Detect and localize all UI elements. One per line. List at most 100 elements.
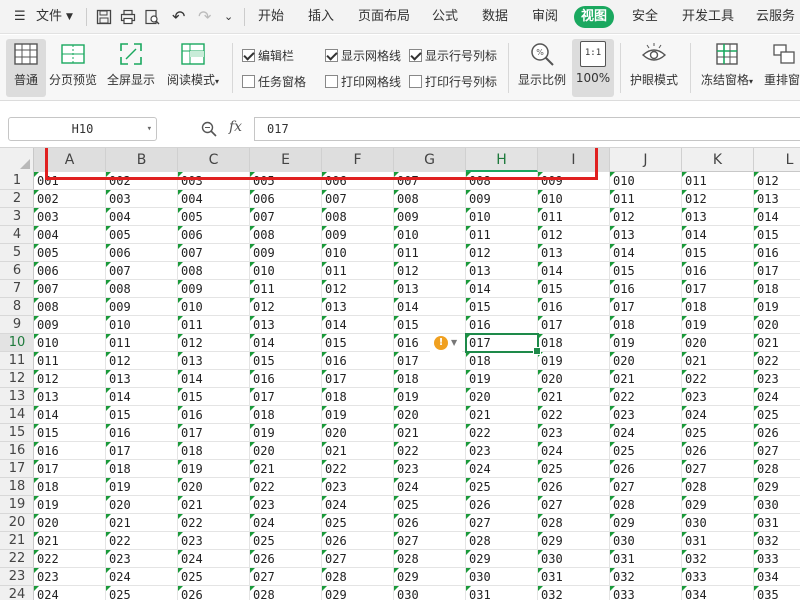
cell-l13[interactable]: 024 — [754, 388, 800, 406]
cell-c7[interactable]: 009 — [178, 280, 250, 298]
cell-b1[interactable]: 002 — [106, 172, 178, 190]
cell-l18[interactable]: 029 — [754, 478, 800, 496]
cell-g12[interactable]: 018 — [394, 370, 466, 388]
cell-h6[interactable]: 013 — [466, 262, 538, 280]
cell-e23[interactable]: 027 — [250, 568, 322, 586]
error-check-button[interactable]: ! ▼ — [430, 334, 462, 352]
cell-l6[interactable]: 017 — [754, 262, 800, 280]
cell-e5[interactable]: 009 — [250, 244, 322, 262]
cell-c13[interactable]: 015 — [178, 388, 250, 406]
cell-g17[interactable]: 023 — [394, 460, 466, 478]
cell-h11[interactable]: 018 — [466, 352, 538, 370]
cell-e10[interactable]: 014 — [250, 334, 322, 352]
cell-g13[interactable]: 019 — [394, 388, 466, 406]
tab-insert[interactable]: 插入 — [308, 0, 334, 34]
row-header-22[interactable]: 22 — [0, 550, 34, 568]
cell-e17[interactable]: 021 — [250, 460, 322, 478]
row-header-14[interactable]: 14 — [0, 406, 34, 424]
cell-b14[interactable]: 015 — [106, 406, 178, 424]
select-all-corner[interactable] — [0, 148, 34, 172]
cell-j7[interactable]: 016 — [610, 280, 682, 298]
row-header-8[interactable]: 8 — [0, 298, 34, 316]
cell-h2[interactable]: 009 — [466, 190, 538, 208]
cell-c19[interactable]: 021 — [178, 496, 250, 514]
cell-e13[interactable]: 017 — [250, 388, 322, 406]
cell-k9[interactable]: 019 — [682, 316, 754, 334]
cell-a18[interactable]: 018 — [34, 478, 106, 496]
cell-i21[interactable]: 029 — [538, 532, 610, 550]
cell-b18[interactable]: 019 — [106, 478, 178, 496]
cell-g16[interactable]: 022 — [394, 442, 466, 460]
cell-h24[interactable]: 031 — [466, 586, 538, 600]
cell-l17[interactable]: 028 — [754, 460, 800, 478]
cell-g24[interactable]: 030 — [394, 586, 466, 600]
column-header-j[interactable]: J — [610, 148, 682, 172]
cell-a1[interactable]: 001 — [34, 172, 106, 190]
cell-l14[interactable]: 025 — [754, 406, 800, 424]
name-box-chevron-icon[interactable]: ▾ — [147, 118, 152, 140]
cell-a17[interactable]: 017 — [34, 460, 106, 478]
cell-f16[interactable]: 021 — [322, 442, 394, 460]
cell-g15[interactable]: 021 — [394, 424, 466, 442]
cell-f4[interactable]: 009 — [322, 226, 394, 244]
cell-j13[interactable]: 022 — [610, 388, 682, 406]
cell-c21[interactable]: 023 — [178, 532, 250, 550]
cell-j12[interactable]: 021 — [610, 370, 682, 388]
cell-j3[interactable]: 012 — [610, 208, 682, 226]
cell-g11[interactable]: 017 — [394, 352, 466, 370]
cell-e24[interactable]: 028 — [250, 586, 322, 600]
tab-formulas[interactable]: 公式 — [432, 0, 458, 34]
print-gridlines-checkbox[interactable]: 打印网格线 — [325, 73, 401, 91]
cell-h19[interactable]: 026 — [466, 496, 538, 514]
cell-c12[interactable]: 014 — [178, 370, 250, 388]
row-header-10[interactable]: 10 — [0, 334, 34, 352]
redo-icon[interactable]: ↷ — [198, 0, 211, 34]
cell-h5[interactable]: 012 — [466, 244, 538, 262]
cell-a13[interactable]: 013 — [34, 388, 106, 406]
row-header-12[interactable]: 12 — [0, 370, 34, 388]
row-header-21[interactable]: 21 — [0, 532, 34, 550]
cell-e3[interactable]: 007 — [250, 208, 322, 226]
cell-g6[interactable]: 012 — [394, 262, 466, 280]
cell-a24[interactable]: 024 — [34, 586, 106, 600]
cell-c16[interactable]: 018 — [178, 442, 250, 460]
cell-k6[interactable]: 016 — [682, 262, 754, 280]
cell-a8[interactable]: 008 — [34, 298, 106, 316]
cell-i15[interactable]: 023 — [538, 424, 610, 442]
cell-b3[interactable]: 004 — [106, 208, 178, 226]
row-header-13[interactable]: 13 — [0, 388, 34, 406]
cell-j11[interactable]: 020 — [610, 352, 682, 370]
cell-c6[interactable]: 008 — [178, 262, 250, 280]
cell-k15[interactable]: 025 — [682, 424, 754, 442]
cell-c22[interactable]: 024 — [178, 550, 250, 568]
cell-k8[interactable]: 018 — [682, 298, 754, 316]
cell-b8[interactable]: 009 — [106, 298, 178, 316]
cell-i7[interactable]: 015 — [538, 280, 610, 298]
row-header-24[interactable]: 24 — [0, 586, 34, 600]
hamburger-menu-icon[interactable]: ☰ — [14, 0, 26, 34]
cell-l10[interactable]: 021 — [754, 334, 800, 352]
cell-j6[interactable]: 015 — [610, 262, 682, 280]
cell-c24[interactable]: 026 — [178, 586, 250, 600]
page-break-preview-button[interactable]: 分页预览 — [47, 39, 99, 97]
cell-b19[interactable]: 020 — [106, 496, 178, 514]
save-icon[interactable] — [96, 9, 112, 25]
cell-i6[interactable]: 014 — [538, 262, 610, 280]
cell-j10[interactable]: 019 — [610, 334, 682, 352]
cell-j22[interactable]: 031 — [610, 550, 682, 568]
cell-e8[interactable]: 012 — [250, 298, 322, 316]
cell-i17[interactable]: 025 — [538, 460, 610, 478]
cell-h16[interactable]: 023 — [466, 442, 538, 460]
cell-b22[interactable]: 023 — [106, 550, 178, 568]
cell-l2[interactable]: 013 — [754, 190, 800, 208]
cell-g9[interactable]: 015 — [394, 316, 466, 334]
cell-a4[interactable]: 004 — [34, 226, 106, 244]
formula-bar-checkbox[interactable]: 编辑栏 — [242, 47, 294, 65]
cell-g2[interactable]: 008 — [394, 190, 466, 208]
cell-i19[interactable]: 027 — [538, 496, 610, 514]
cell-e9[interactable]: 013 — [250, 316, 322, 334]
cell-a7[interactable]: 007 — [34, 280, 106, 298]
cell-i16[interactable]: 024 — [538, 442, 610, 460]
cell-a19[interactable]: 019 — [34, 496, 106, 514]
row-header-3[interactable]: 3 — [0, 208, 34, 226]
